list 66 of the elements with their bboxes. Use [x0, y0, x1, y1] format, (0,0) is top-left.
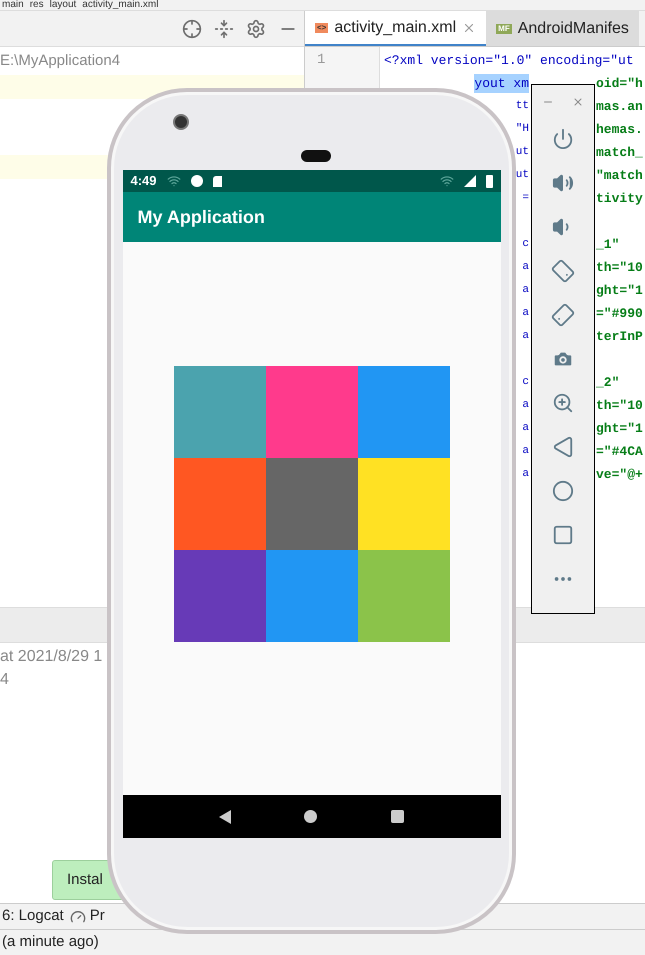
tool-window-button[interactable]: 6: Logcat [2, 905, 64, 928]
editor-tab[interactable]: MF AndroidManifes [486, 11, 639, 46]
code-text: tivity [596, 190, 643, 208]
code-text: ght="1 [596, 420, 643, 438]
code-text: c [522, 375, 529, 390]
code-text: match_ [596, 144, 643, 162]
code-line: <?xml version="1.0" encoding="ut [384, 52, 634, 70]
code-text: ve="@+ [596, 466, 643, 484]
code-text: ut [516, 145, 529, 160]
line-number: 1 [317, 51, 326, 70]
wifi-icon [440, 174, 454, 188]
code-text: ="#990 [596, 304, 643, 323]
code-text: c [522, 237, 529, 252]
code-text: mas.an [596, 98, 643, 116]
code-text: a [522, 421, 529, 436]
code-text: ght="1 [596, 282, 643, 300]
settings-icon[interactable] [246, 18, 266, 38]
battery-icon [486, 174, 492, 188]
status-time: 4:49 [130, 172, 157, 190]
code-text: _1" [596, 236, 620, 254]
signal-icon [464, 175, 476, 187]
log-line: 4 [0, 671, 9, 688]
home-icon[interactable] [304, 810, 318, 823]
breadcrumb-item[interactable]: activity_main.xml [82, 0, 158, 10]
code-text: th="10 [596, 258, 643, 277]
status-text: (a minute ago) [2, 932, 99, 952]
collapse-icon[interactable] [214, 18, 234, 38]
app-bar: My Application [122, 192, 500, 242]
camera-icon [173, 114, 189, 130]
project-path: E:\MyApplication4 [0, 50, 120, 71]
code-text: a [522, 444, 529, 460]
notification-icon [190, 175, 203, 187]
sd-card-icon [212, 176, 222, 186]
breadcrumb-item[interactable]: res [30, 0, 44, 10]
tool-window-button[interactable]: Pr [70, 905, 105, 928]
log-line: at 2021/8/29 1 [0, 648, 102, 665]
overview-icon[interactable] [390, 810, 404, 823]
code-text: "H [516, 122, 529, 138]
code-text: a [522, 329, 529, 344]
code-text: a [522, 260, 529, 276]
breadcrumb-item[interactable]: layout [50, 0, 76, 10]
code-text: a [522, 467, 529, 482]
code-text: a [522, 283, 529, 298]
close-icon[interactable] [572, 96, 584, 108]
breadcrumb-item[interactable]: main [2, 0, 24, 10]
code-text: yout xm [474, 74, 529, 94]
code-text: "match [596, 166, 643, 185]
file-type-icon: <> [315, 22, 328, 32]
wifi-icon [166, 174, 181, 188]
code-text: tt [516, 99, 529, 114]
code-text: hemas. [596, 120, 643, 139]
speaker-icon [301, 150, 331, 162]
code-text: terInP [596, 328, 643, 346]
code-text: _2" [596, 374, 620, 392]
code-text: a [522, 398, 529, 414]
code-text: th="10 [596, 396, 643, 415]
code-text: = [522, 191, 529, 206]
code-text: ut [516, 168, 529, 184]
code-text: oid="h [596, 74, 643, 93]
editor-tab[interactable]: <> activity_main.xml [305, 11, 486, 46]
code-text: ="#4CA [596, 442, 643, 461]
back-icon[interactable] [219, 810, 232, 824]
gauge-icon [70, 908, 86, 924]
file-type-icon: MF [496, 24, 512, 34]
code-text: a [522, 306, 529, 322]
locate-icon[interactable] [182, 18, 202, 38]
